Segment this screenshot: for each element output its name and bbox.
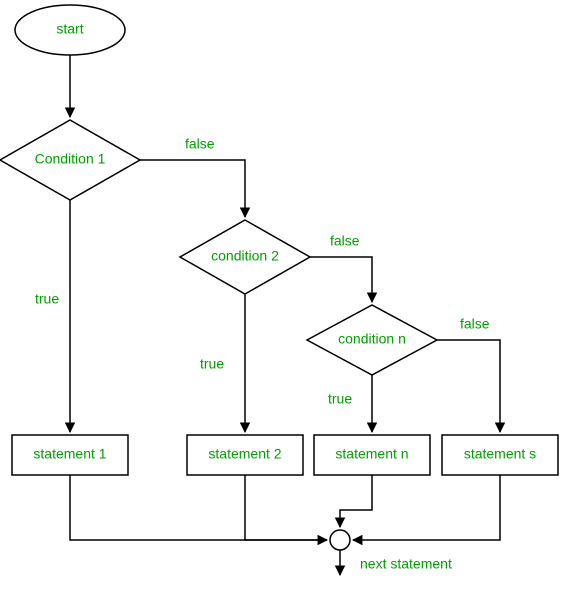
statement-s-label: statement s bbox=[464, 446, 536, 462]
statement-n-label: statement n bbox=[335, 446, 408, 462]
condn-true-label: true bbox=[328, 391, 352, 407]
next-statement-label: next statement bbox=[360, 556, 452, 572]
edge-stmt1-merge bbox=[70, 475, 327, 540]
condition-n-label: condition n bbox=[338, 331, 406, 347]
condition-1-label: Condition 1 bbox=[35, 151, 106, 167]
condn-false-label: false bbox=[460, 316, 490, 332]
condition-2-label: condition 2 bbox=[211, 248, 279, 264]
edge-cond2-false bbox=[310, 257, 372, 302]
cond1-true-label: true bbox=[35, 291, 59, 307]
edge-stmts-merge bbox=[353, 475, 500, 540]
flowchart-diagram: start Condition 1 false true condition 2… bbox=[0, 0, 572, 599]
cond2-false-label: false bbox=[330, 233, 360, 249]
edge-cond1-false bbox=[140, 160, 245, 217]
start-label: start bbox=[56, 21, 83, 37]
edge-condn-false bbox=[437, 340, 500, 432]
statement-1-label: statement 1 bbox=[33, 446, 106, 462]
edge-stmtn-merge bbox=[340, 475, 372, 527]
statement-2-label: statement 2 bbox=[208, 446, 281, 462]
cond2-true-label: true bbox=[200, 356, 224, 372]
edge-stmt2-merge bbox=[245, 475, 327, 540]
merge-node bbox=[330, 530, 350, 550]
cond1-false-label: false bbox=[185, 136, 215, 152]
